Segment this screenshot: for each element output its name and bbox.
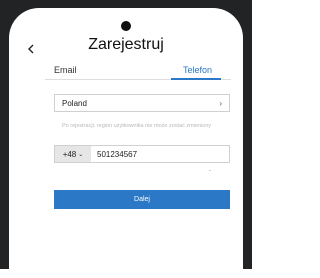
next-button[interactable]: Dalej bbox=[54, 190, 230, 209]
country-select[interactable]: Poland › bbox=[54, 94, 230, 112]
country-code-select[interactable]: +48 ⌄ bbox=[55, 146, 91, 162]
chevron-down-icon: ⌄ bbox=[78, 151, 84, 158]
tab-phone[interactable]: Telefon bbox=[183, 65, 212, 75]
country-value: Poland bbox=[62, 98, 87, 108]
tab-active-indicator bbox=[171, 78, 221, 80]
phone-field: +48 ⌄ bbox=[54, 145, 230, 163]
phone-screen: Zarejestruj Email Telefon Poland › Po re… bbox=[9, 8, 243, 278]
tab-email[interactable]: Email bbox=[54, 65, 77, 75]
page-title: Zarejestruj bbox=[88, 36, 164, 53]
country-code: +48 bbox=[62, 149, 77, 159]
chevron-right-icon: › bbox=[219, 98, 222, 108]
front-camera bbox=[121, 21, 131, 31]
phone-input[interactable] bbox=[91, 147, 223, 161]
region-hint: Po rejestracji, region użytkownika nie m… bbox=[62, 123, 212, 129]
divider-mark bbox=[209, 170, 211, 171]
